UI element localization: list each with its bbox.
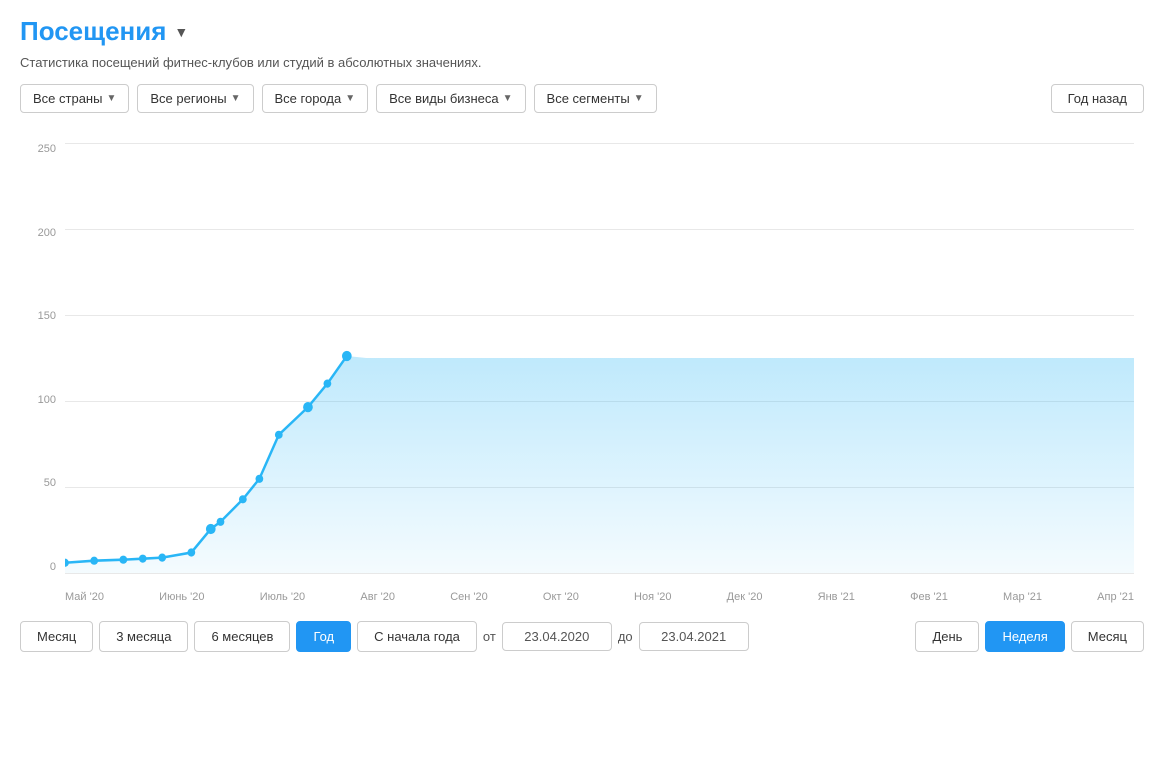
dot-peak: [342, 351, 352, 361]
y-label-100: 100: [38, 394, 60, 406]
to-label: до: [618, 629, 633, 644]
filter-countries[interactable]: Все страны ▼: [20, 84, 129, 113]
filter-business[interactable]: Все виды бизнеса ▼: [376, 84, 525, 113]
x-label-jul20: Июль '20: [260, 591, 305, 603]
x-label-mar21: Мар '21: [1003, 591, 1042, 603]
chart-svg: [65, 143, 1134, 573]
dot-6: [187, 548, 195, 556]
dot-9: [239, 495, 247, 503]
filter-regions[interactable]: Все регионы ▼: [137, 84, 253, 113]
dot-4: [139, 555, 147, 563]
filter-cities-arrow: ▼: [345, 93, 355, 104]
period-3month-btn[interactable]: 3 месяца: [99, 621, 188, 652]
dot-8: [217, 518, 225, 526]
x-label-apr21: Апр '21: [1097, 591, 1134, 603]
period-year-btn[interactable]: Год: [296, 621, 351, 652]
to-date-input[interactable]: [639, 622, 749, 651]
title-dropdown-arrow[interactable]: ▼: [174, 24, 188, 40]
dot-7: [206, 524, 216, 534]
filter-business-arrow: ▼: [503, 93, 513, 104]
filter-regions-arrow: ▼: [231, 93, 241, 104]
x-label-aug20: Авг '20: [360, 591, 395, 603]
page-title: Посещения: [20, 16, 166, 47]
period-month-btn[interactable]: Месяц: [20, 621, 93, 652]
x-label-nov20: Ноя '20: [634, 591, 671, 603]
y-axis: 250 200 150 100 50 0: [20, 143, 60, 573]
filter-countries-arrow: ▼: [106, 93, 116, 104]
period-6month-btn[interactable]: 6 месяцев: [194, 621, 290, 652]
x-label-jan21: Янв '21: [818, 591, 855, 603]
dot-2: [90, 557, 98, 565]
dot-11: [275, 431, 283, 439]
x-label-oct20: Окт '20: [543, 591, 579, 603]
bottom-controls: Месяц 3 месяца 6 месяцев Год С начала го…: [20, 621, 1144, 652]
y-label-250: 250: [38, 143, 60, 155]
filter-cities[interactable]: Все города ▼: [262, 84, 369, 113]
dot-10: [255, 475, 263, 483]
year-back-button[interactable]: Год назад: [1051, 84, 1144, 113]
granularity-week-btn[interactable]: Неделя: [985, 621, 1064, 652]
dot-12: [303, 402, 313, 412]
granularity-day-btn[interactable]: День: [915, 621, 979, 652]
y-label-0: 0: [50, 561, 60, 573]
x-label-may20: Май '20: [65, 591, 104, 603]
chart-container: 250 200 150 100 50 0: [20, 133, 1144, 613]
y-label-50: 50: [44, 477, 60, 489]
subtitle: Статистика посещений фитнес-клубов или с…: [20, 55, 1144, 70]
period-ytd-btn[interactable]: С начала года: [357, 621, 477, 652]
y-label-200: 200: [38, 227, 60, 239]
filter-segments[interactable]: Все сегменты ▼: [534, 84, 657, 113]
filter-segments-arrow: ▼: [634, 93, 644, 104]
grid-line-0: [65, 573, 1134, 574]
dot-13: [324, 380, 332, 388]
y-label-150: 150: [38, 310, 60, 322]
filters-row: Все страны ▼ Все регионы ▼ Все города ▼ …: [20, 84, 1144, 113]
x-label-dec20: Дек '20: [727, 591, 763, 603]
x-axis-labels: Май '20 Июнь '20 Июль '20 Авг '20 Сен '2…: [65, 591, 1134, 603]
chart-area: 250 200 150 100 50 0: [20, 133, 1144, 613]
from-date-input[interactable]: [502, 622, 612, 651]
x-label-feb21: Фев '21: [910, 591, 948, 603]
x-label-jun20: Июнь '20: [159, 591, 204, 603]
from-label: от: [483, 629, 496, 644]
dot-3: [119, 556, 127, 564]
dot-5: [158, 554, 166, 562]
x-label-sep20: Сен '20: [450, 591, 488, 603]
granularity-month-btn[interactable]: Месяц: [1071, 621, 1144, 652]
